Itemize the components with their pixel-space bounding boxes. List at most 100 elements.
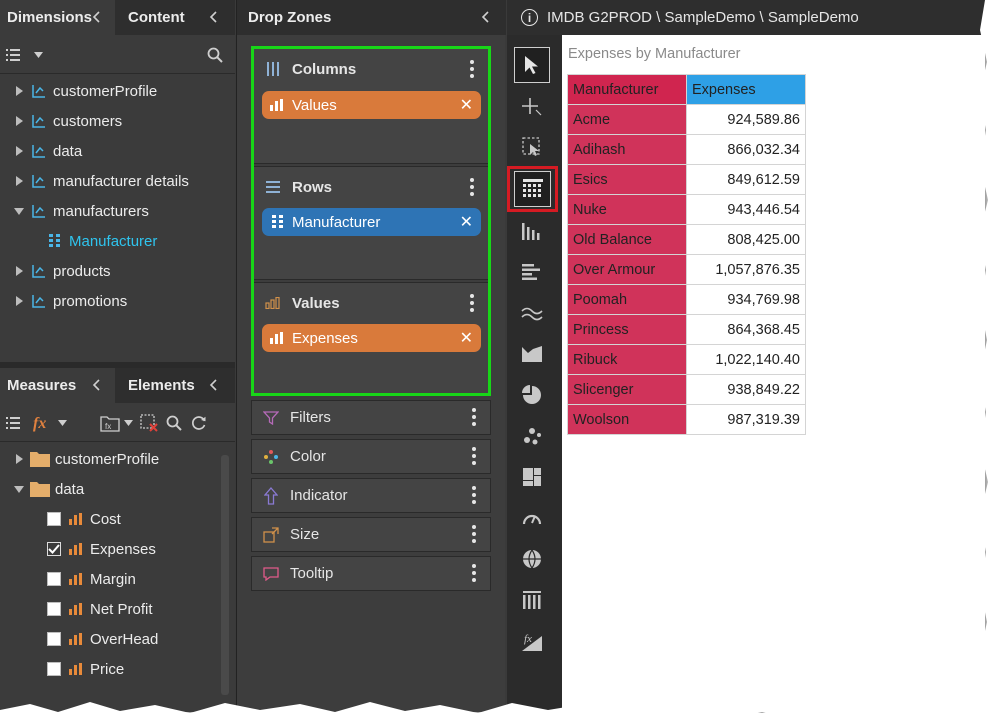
chevron-left-icon[interactable] — [208, 11, 220, 23]
row-label-cell[interactable]: Acme — [567, 104, 687, 135]
row-label-cell[interactable]: Princess — [567, 314, 687, 345]
kebab-menu-icon[interactable] — [470, 60, 474, 81]
grid-tool-highlight[interactable] — [507, 166, 558, 212]
column-chart-tool[interactable] — [514, 213, 550, 249]
checkbox[interactable] — [47, 632, 61, 646]
checkbox[interactable] — [47, 572, 61, 586]
formula-icon[interactable]: fx — [32, 414, 52, 432]
row-label-cell[interactable]: Old Balance — [567, 224, 687, 255]
tree-item-manufacturer[interactable]: Manufacturer — [49, 226, 157, 256]
checkbox-checked[interactable] — [47, 542, 61, 556]
remove-icon[interactable]: ✕ — [460, 328, 473, 348]
value-cell[interactable]: 849,612.59 — [686, 164, 806, 195]
grid-tool[interactable] — [514, 171, 551, 207]
rows-zone[interactable]: Rows Manufacturer ✕ — [254, 166, 488, 280]
value-cell[interactable]: 938,849.22 — [686, 374, 806, 405]
value-cell[interactable]: 808,425.00 — [686, 224, 806, 255]
pointer-tool[interactable] — [514, 47, 550, 83]
measure-item-price[interactable]: Price — [47, 654, 124, 684]
kebab-menu-icon[interactable] — [470, 178, 474, 199]
dropdown-arrow-icon[interactable] — [34, 51, 43, 58]
map-tool[interactable] — [514, 541, 550, 577]
list-view-icon[interactable] — [6, 416, 20, 429]
indicator-zone[interactable]: Indicator — [251, 478, 491, 513]
remove-icon[interactable]: ✕ — [460, 95, 473, 115]
row-label-cell[interactable]: Over Armour — [567, 254, 687, 285]
columns-zone[interactable]: Columns Values ✕ — [254, 49, 488, 164]
expand-arrow-icon[interactable] — [11, 454, 27, 464]
filters-zone[interactable]: Filters — [251, 400, 491, 435]
folder-customerprofile[interactable]: customerProfile — [11, 444, 159, 474]
value-cell[interactable]: 934,769.98 — [686, 284, 806, 315]
values-zone[interactable]: Values Expenses ✕ — [254, 282, 488, 393]
chevron-left-icon[interactable] — [91, 11, 103, 23]
measures-scrollbar[interactable] — [221, 455, 229, 695]
measure-item-cost[interactable]: Cost — [47, 504, 121, 534]
expand-arrow-icon[interactable] — [11, 296, 27, 306]
chevron-left-icon[interactable] — [208, 379, 220, 391]
tree-item-data[interactable]: data — [11, 136, 82, 166]
checkbox[interactable] — [47, 602, 61, 616]
checkbox[interactable] — [47, 512, 61, 526]
row-label-cell[interactable]: Poomah — [567, 284, 687, 315]
tree-item-manufacturer-details[interactable]: manufacturer details — [11, 166, 189, 196]
measure-item-margin[interactable]: Margin — [47, 564, 136, 594]
kebab-menu-icon[interactable] — [472, 447, 476, 468]
value-cell[interactable]: 864,368.45 — [686, 314, 806, 345]
value-cell[interactable]: 924,589.86 — [686, 104, 806, 135]
value-cell[interactable]: 943,446.54 — [686, 194, 806, 225]
row-label-cell[interactable]: Nuke — [567, 194, 687, 225]
row-label-cell[interactable]: Ribuck — [567, 344, 687, 375]
tree-item-customers[interactable]: customers — [11, 106, 122, 136]
remove-icon[interactable]: ✕ — [460, 212, 473, 232]
treemap-tool[interactable] — [514, 459, 550, 495]
kebab-menu-icon[interactable] — [472, 408, 476, 429]
expand-arrow-icon[interactable] — [11, 86, 27, 96]
remove-selection-icon[interactable] — [140, 413, 158, 432]
size-zone[interactable]: Size — [251, 517, 491, 552]
kebab-menu-icon[interactable] — [470, 294, 474, 315]
tree-item-promotions[interactable]: promotions — [11, 286, 127, 316]
list-view-icon[interactable] — [6, 48, 20, 61]
kebab-menu-icon[interactable] — [472, 486, 476, 507]
header-cell-manufacturer[interactable]: Manufacturer — [567, 74, 687, 105]
search-icon[interactable] — [166, 415, 182, 431]
crosshair-tool[interactable] — [514, 88, 550, 124]
dropdown-arrow-icon[interactable] — [124, 419, 133, 426]
formula-tool[interactable]: fx — [514, 623, 550, 659]
tooltip-zone[interactable]: Tooltip — [251, 556, 491, 591]
row-label-cell[interactable]: Woolson — [567, 404, 687, 435]
kebab-menu-icon[interactable] — [472, 525, 476, 546]
value-cell[interactable]: 1,022,140.40 — [686, 344, 806, 375]
area-chart-tool[interactable] — [514, 336, 550, 372]
tab-dimensions[interactable]: Dimensions — [0, 0, 115, 35]
expand-arrow-icon[interactable] — [11, 146, 27, 156]
values-pill[interactable]: Values ✕ — [262, 91, 481, 119]
value-cell[interactable]: 866,032.34 — [686, 134, 806, 165]
line-chart-tool[interactable] — [514, 295, 550, 331]
header-cell-expenses[interactable]: Expenses — [686, 74, 806, 105]
pie-chart-tool[interactable] — [514, 377, 550, 413]
collapse-arrow-icon[interactable] — [11, 485, 27, 493]
checkbox[interactable] — [47, 662, 61, 676]
card-tool[interactable] — [514, 582, 550, 618]
folder-formula-icon[interactable]: fx — [100, 414, 120, 432]
measure-item-overhead[interactable]: OverHead — [47, 624, 158, 654]
tree-item-products[interactable]: products — [11, 256, 111, 286]
search-icon[interactable] — [207, 47, 223, 63]
measure-item-expenses[interactable]: Expenses — [47, 534, 156, 564]
scatter-tool[interactable] — [514, 418, 550, 454]
selection-tool[interactable] — [514, 129, 550, 165]
refresh-icon[interactable] — [191, 415, 207, 431]
expand-arrow-icon[interactable] — [11, 266, 27, 276]
kebab-menu-icon[interactable] — [472, 564, 476, 585]
tab-measures[interactable]: Measures — [0, 368, 115, 403]
gauge-tool[interactable] — [514, 500, 550, 536]
collapse-arrow-icon[interactable] — [11, 207, 27, 215]
chevron-left-icon[interactable] — [480, 11, 492, 23]
value-cell[interactable]: 1,057,876.35 — [686, 254, 806, 285]
row-label-cell[interactable]: Esics — [567, 164, 687, 195]
expand-arrow-icon[interactable] — [11, 116, 27, 126]
folder-data[interactable]: data — [11, 474, 84, 504]
measure-item-net-profit[interactable]: Net Profit — [47, 594, 153, 624]
